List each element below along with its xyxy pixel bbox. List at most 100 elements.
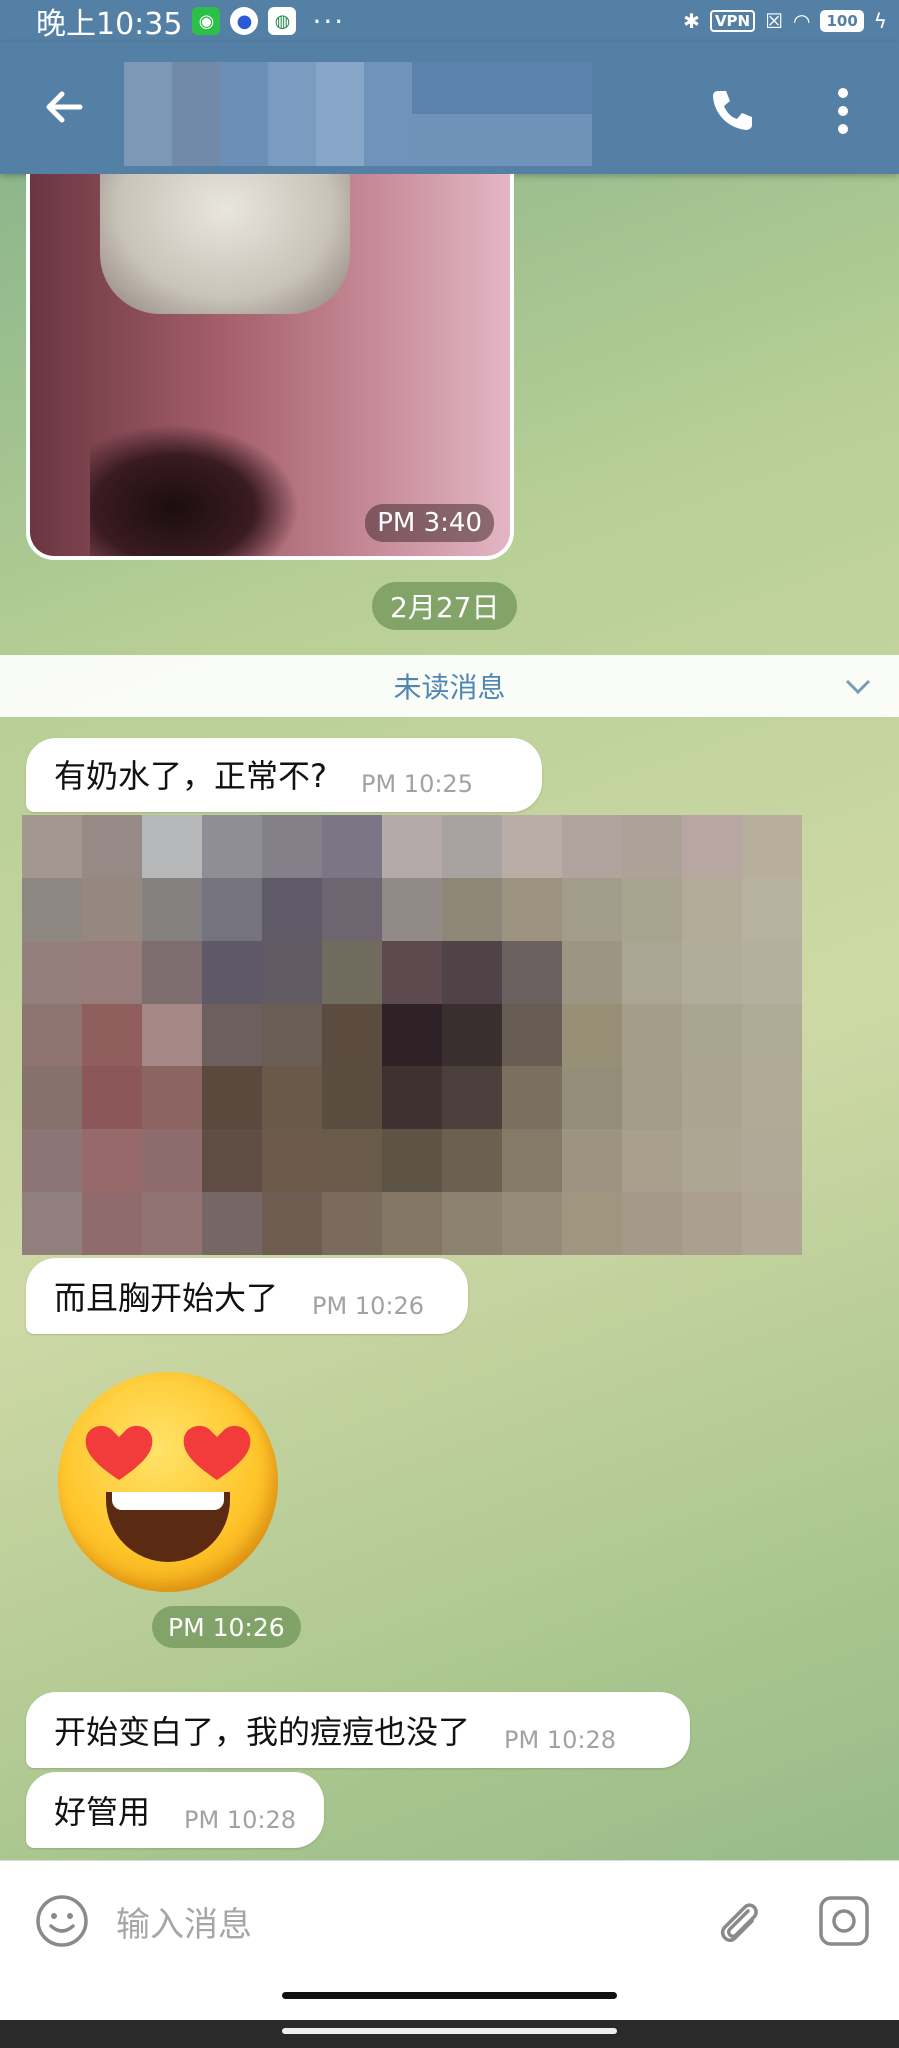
mosaic-tile <box>502 1192 562 1255</box>
mosaic-tile <box>742 1192 802 1255</box>
mosaic-tile <box>742 1129 802 1193</box>
mosaic-tile <box>622 1129 682 1193</box>
mosaic-tile <box>322 1192 382 1255</box>
mosaic-tile <box>502 940 562 1004</box>
mosaic-tile <box>382 877 442 941</box>
mosaic-tile <box>322 1129 382 1193</box>
date-divider: 2月27日 <box>372 582 518 630</box>
emoji-picker-icon[interactable] <box>34 1893 90 1949</box>
mosaic-tile <box>22 815 82 878</box>
battery-level: 100 <box>820 10 864 32</box>
sticker-time: PM 10:26 <box>152 1606 301 1648</box>
message-bubble[interactable]: 而且胸开始大了 PM 10:26 <box>26 1258 468 1334</box>
mosaic-tile <box>442 1066 502 1130</box>
photo-content <box>100 174 350 314</box>
mosaic-tile <box>442 1192 502 1255</box>
mosaic-tile <box>502 877 562 941</box>
photo-message[interactable]: PM 3:40 <box>26 174 514 560</box>
contact-name-redacted[interactable] <box>124 62 608 166</box>
heart-eyes-emoji[interactable] <box>58 1372 278 1592</box>
mosaic-tile <box>202 1003 262 1067</box>
mosaic-tile <box>742 940 802 1004</box>
mosaic-tile <box>202 1129 262 1193</box>
mosaic-tile <box>442 1129 502 1193</box>
message-input[interactable]: 输入消息 <box>116 1897 252 1946</box>
mosaic-tile <box>742 815 802 878</box>
mosaic-tile <box>202 940 262 1004</box>
mosaic-tile <box>622 877 682 941</box>
photo-timestamp: PM 3:40 <box>365 504 494 542</box>
mosaic-tile <box>82 1129 142 1193</box>
heart-icon <box>85 1425 153 1480</box>
message-text: 开始变白了，我的痘痘也没了 <box>54 1713 471 1751</box>
mosaic-tile <box>202 815 262 878</box>
unread-messages-bar[interactable]: 未读消息 <box>0 655 899 717</box>
app-notification-icon-2: ◍ <box>268 7 297 35</box>
mosaic-tile <box>682 1003 742 1067</box>
mosaic-tile <box>502 1066 562 1130</box>
mosaic-tile <box>682 1066 742 1130</box>
mosaic-tile <box>262 1066 322 1130</box>
message-bubble[interactable]: 有奶水了，正常不? PM 10:25 <box>26 738 542 812</box>
status-bar: 晚上10:35 ◉ ● ◍ ··· ✱ VPN ☒ ◠ 100 ϟ <box>0 0 899 42</box>
pixelated-image-message[interactable] <box>22 815 802 1255</box>
mosaic-tile <box>22 940 82 1004</box>
wechat-notification-icon: ◉ <box>192 7 221 35</box>
mosaic-tile <box>382 1003 442 1067</box>
unread-label: 未读消息 <box>393 671 506 704</box>
mosaic-tile <box>262 1192 322 1255</box>
mosaic-tile <box>502 1129 562 1193</box>
mosaic-tile <box>742 877 802 941</box>
mosaic-tile <box>262 940 322 1004</box>
mosaic-tile <box>82 877 142 941</box>
mosaic-tile <box>682 1192 742 1255</box>
phone-call-icon[interactable] <box>708 86 756 134</box>
mosaic-tile <box>142 877 202 941</box>
camera-icon[interactable] <box>816 1893 872 1949</box>
photo-content-shadow <box>90 424 300 556</box>
message-bubble[interactable]: 开始变白了，我的痘痘也没了 PM 10:28 <box>26 1692 690 1768</box>
mosaic-tile <box>382 1129 442 1193</box>
mosaic-tile <box>442 877 502 941</box>
mosaic-tile <box>562 1003 622 1067</box>
emoji-mouth <box>106 1492 230 1562</box>
more-options-icon[interactable] <box>838 88 850 134</box>
mosaic-tile <box>622 940 682 1004</box>
mosaic-tile <box>142 815 202 878</box>
mosaic-tile <box>742 1066 802 1130</box>
mosaic-tile <box>322 877 382 941</box>
message-bubble[interactable]: 好管用 PM 10:28 <box>26 1772 324 1848</box>
mosaic-tile <box>502 1003 562 1067</box>
bluetooth-icon: ✱ <box>683 9 700 33</box>
no-sim-icon: ☒ <box>765 9 784 33</box>
mosaic-tile <box>22 877 82 941</box>
mosaic-tile <box>142 940 202 1004</box>
mosaic-tile <box>622 815 682 878</box>
mosaic-tile <box>202 1192 262 1255</box>
mosaic-tile <box>262 815 322 878</box>
message-input-bar: 输入消息 <box>0 1860 899 1981</box>
mosaic-tile <box>442 1003 502 1067</box>
mosaic-tile <box>22 1066 82 1130</box>
heart-icon <box>183 1425 251 1480</box>
more-notifications-icon: ··· <box>312 4 346 38</box>
home-indicator[interactable] <box>282 1992 617 1999</box>
mosaic-tile <box>502 815 562 878</box>
mosaic-tile <box>562 815 622 878</box>
mosaic-tile <box>562 877 622 941</box>
vpn-badge: VPN <box>709 10 756 32</box>
mosaic-tile <box>742 1003 802 1067</box>
wifi-icon: ◠ <box>793 9 811 33</box>
mosaic-tile <box>622 1192 682 1255</box>
mosaic-tile <box>262 1003 322 1067</box>
mosaic-tile <box>82 1192 142 1255</box>
attach-icon[interactable] <box>710 1893 766 1949</box>
mosaic-tile <box>322 1066 382 1130</box>
message-time: PM 10:28 <box>504 1726 616 1754</box>
mosaic-tile <box>562 1066 622 1130</box>
bottom-strip <box>0 2020 899 2048</box>
chevron-down-icon[interactable] <box>843 671 873 701</box>
mosaic-tile <box>382 940 442 1004</box>
mosaic-tile <box>142 1066 202 1130</box>
back-arrow-icon[interactable] <box>40 82 90 132</box>
